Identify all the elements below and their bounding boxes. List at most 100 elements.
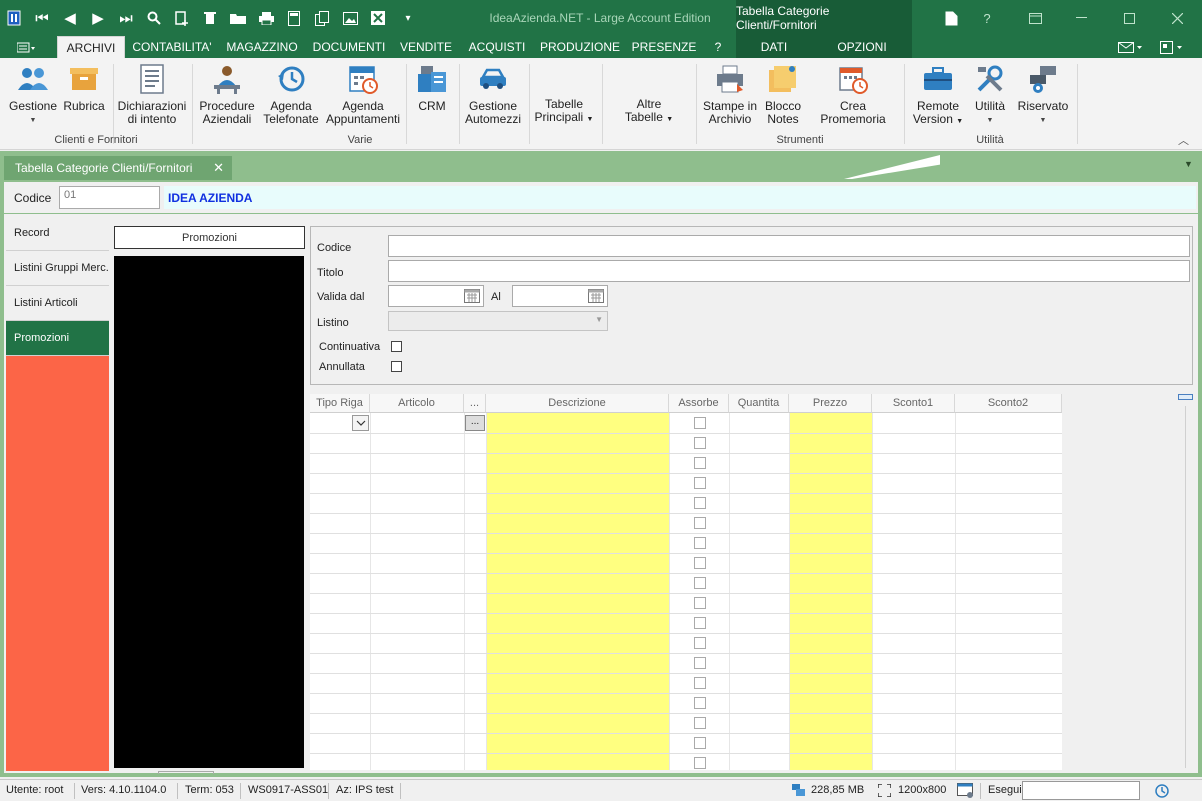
gestione-automezzi-button[interactable]: Gestione Automezzi [462,60,524,132]
assorbe-checkbox[interactable] [694,597,706,609]
col-descrizione[interactable]: Descrizione [486,394,669,413]
vertical-scrollbar[interactable] [1177,394,1193,770]
copy-icon[interactable] [308,0,336,36]
valida-dal-input[interactable] [388,285,484,307]
crm-button[interactable]: CRM [410,60,454,132]
assorbe-checkbox[interactable] [694,697,706,709]
tab-presenze[interactable]: PRESENZE [630,36,698,58]
utilita-button[interactable]: Utilità ▼ [966,60,1014,132]
al-input[interactable] [512,285,608,307]
tab-produzione[interactable]: PRODUZIONE [538,36,622,58]
col-prezzo[interactable]: Prezzo [789,394,872,413]
riservato-button[interactable]: Riservato ▼ [1014,60,1072,132]
altre-tabelle-button[interactable]: Altre Tabelle ▼ [618,60,680,132]
assorbe-checkbox[interactable] [694,517,706,529]
rubrica-button[interactable]: Rubrica [60,60,108,132]
assorbe-checkbox[interactable] [694,477,706,489]
tipo-riga-dropdown[interactable] [352,415,369,431]
assorbe-checkbox[interactable] [694,737,706,749]
tab-list-icon[interactable]: ▼ [1184,159,1193,169]
print-icon[interactable] [252,0,280,36]
ribbon-display-icon[interactable] [1012,0,1058,36]
assorbe-checkbox[interactable] [694,637,706,649]
dichiarazioni-button[interactable]: Dichiarazioni di intento [118,60,186,132]
horizontal-scrollbar[interactable] [158,771,214,774]
nav-listini-gruppi[interactable]: Listini Gruppi Merc. [6,251,109,286]
annullata-checkbox[interactable] [391,361,402,372]
calendar-icon[interactable] [588,289,604,306]
image-icon[interactable] [336,0,364,36]
nav-promozioni[interactable]: Promozioni [6,321,109,356]
tabelle-principali-button[interactable]: Tabelle Principali ▼ [532,60,596,132]
collapse-ribbon-icon[interactable]: ︿ [1178,132,1189,148]
crea-promemoria-button[interactable]: Crea Promemoria [808,60,898,132]
minimize-icon[interactable] [1058,0,1104,36]
assorbe-checkbox[interactable] [694,757,706,769]
first-record-icon[interactable]: ⏮ [28,0,56,36]
esegui-input[interactable] [1022,781,1140,800]
promozioni-header[interactable]: Promozioni [114,226,305,249]
document-tab[interactable]: Tabella Categorie Clienti/Fornitori ✕ [4,156,232,180]
assorbe-checkbox[interactable] [694,497,706,509]
open-folder-icon[interactable] [224,0,252,36]
tab-help[interactable]: ? [706,36,730,58]
assorbe-checkbox[interactable] [694,557,706,569]
last-record-icon[interactable]: ⏭ [112,0,140,36]
new-record-icon[interactable] [168,0,196,36]
tab-documenti[interactable]: DOCUMENTI [309,36,389,58]
stampe-archivio-button[interactable]: Stampe in Archivio [700,60,760,132]
delete-icon[interactable] [196,0,224,36]
agenda-telefonate-button[interactable]: Agenda Telefonate [260,60,322,132]
close-tab-icon[interactable]: ✕ [213,160,224,176]
col-sconto1[interactable]: Sconto1 [872,394,955,413]
window-settings-icon[interactable] [957,783,974,801]
assorbe-checkbox[interactable] [694,417,706,429]
col-quantita[interactable]: Quantita [729,394,789,413]
previous-record-icon[interactable]: ◀ [56,0,84,36]
excel-icon[interactable] [364,0,392,36]
assorbe-checkbox[interactable] [694,537,706,549]
col-articolo[interactable]: Articolo [370,394,464,413]
tab-acquisti[interactable]: ACQUISTI [464,36,530,58]
close-icon[interactable] [1154,0,1200,36]
app-logo-icon[interactable] [0,0,28,36]
procedure-aziendali-button[interactable]: Procedure Aziendali [196,60,258,132]
maximize-icon[interactable] [1106,0,1152,36]
layout-icon[interactable] [1154,36,1190,58]
col-tipo-riga[interactable]: Tipo Riga [310,394,370,413]
assorbe-checkbox[interactable] [694,657,706,669]
tab-archivi[interactable]: ARCHIVI [57,36,125,58]
listino-select[interactable]: ▼ [388,311,608,331]
codice-input[interactable]: 01 [59,186,160,209]
continuativa-checkbox[interactable] [391,341,402,352]
customize-toolbar-icon[interactable]: ▾ [394,0,422,36]
assorbe-checkbox[interactable] [694,457,706,469]
tab-vendite[interactable]: VENDITE [396,36,456,58]
nav-listini-articoli[interactable]: Listini Articoli [6,286,109,321]
articolo-lookup-button[interactable]: ... [465,415,485,431]
form-titolo-input[interactable] [388,260,1190,282]
assorbe-checkbox[interactable] [694,717,706,729]
col-ellipsis[interactable]: ... [464,394,486,413]
mail-icon[interactable] [1112,36,1148,58]
tab-dati[interactable]: DATI [748,36,800,58]
history-icon[interactable] [1154,783,1169,801]
form-codice-input[interactable] [388,235,1190,257]
assorbe-checkbox[interactable] [694,577,706,589]
tab-magazzino[interactable]: MAGAZZINO [222,36,302,58]
calculator-icon[interactable] [280,0,308,36]
gestione-button[interactable]: Gestione ▼ [6,60,60,132]
agenda-appuntamenti-button[interactable]: Agenda Appuntamenti [326,60,400,132]
search-icon[interactable] [140,0,168,36]
righe-grid[interactable]: Tipo Riga Articolo ... Descrizione Assor… [310,394,1062,770]
remote-version-button[interactable]: Remote Version ▼ [910,60,966,132]
assorbe-checkbox[interactable] [694,437,706,449]
assorbe-checkbox[interactable] [694,677,706,689]
calendar-icon[interactable] [464,289,480,306]
scroll-thumb[interactable] [1178,394,1193,400]
tab-opzioni[interactable]: OPZIONI [830,36,894,58]
col-sconto2[interactable]: Sconto2 [955,394,1062,413]
help-button[interactable]: ? [964,0,1010,36]
promozioni-list[interactable] [114,256,304,768]
assorbe-checkbox[interactable] [694,617,706,629]
